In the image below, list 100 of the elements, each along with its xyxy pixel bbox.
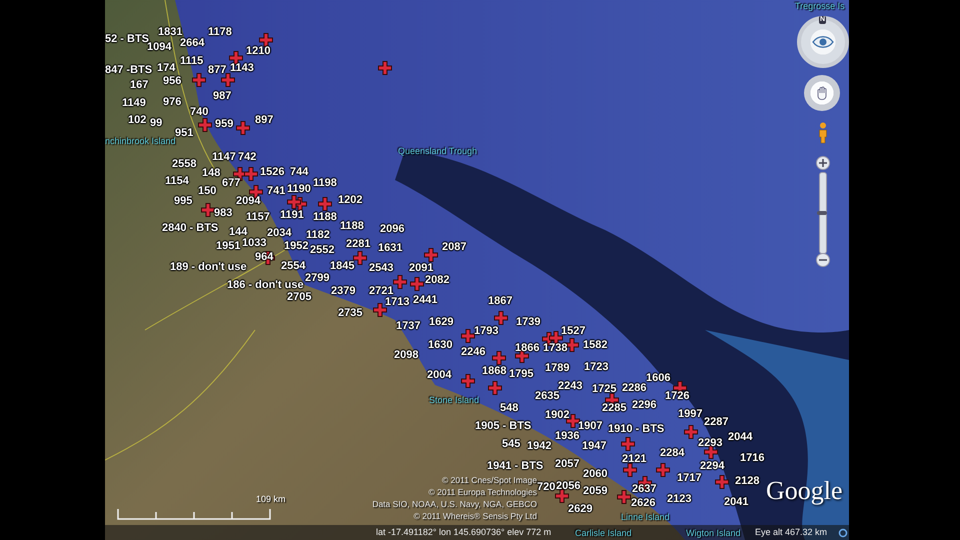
placemark-label[interactable]: 2284: [660, 446, 684, 460]
placemark-label[interactable]: 1717: [677, 471, 702, 485]
placemark-label[interactable]: 951: [175, 126, 194, 140]
placemark-label[interactable]: 2082: [425, 273, 450, 287]
cross-marker-icon[interactable]: [244, 167, 258, 181]
placemark-label[interactable]: 2558: [172, 157, 196, 171]
cross-marker-icon[interactable]: [221, 73, 235, 87]
cross-marker-icon[interactable]: [373, 303, 387, 317]
placemark-label[interactable]: 1936: [555, 429, 580, 443]
placemark-label[interactable]: 1582: [583, 338, 608, 352]
placemark-label[interactable]: 2705: [287, 290, 312, 304]
placemark-label[interactable]: 2293: [698, 436, 722, 450]
cross-marker-icon[interactable]: [236, 121, 250, 135]
placemark-label[interactable]: 2286: [622, 381, 646, 395]
placemark-label[interactable]: 1630: [428, 338, 452, 352]
placemark-label[interactable]: 2294: [700, 459, 724, 473]
placemark-label[interactable]: 144: [229, 225, 248, 239]
placemark-label[interactable]: 1713: [385, 295, 410, 309]
placemark-label[interactable]: 2094: [236, 194, 260, 208]
person-icon[interactable]: [818, 122, 828, 144]
placemark-label[interactable]: 1726: [665, 389, 690, 403]
placemark-label[interactable]: 1182: [306, 228, 330, 242]
placemark-label[interactable]: 847 -BTS: [105, 63, 152, 77]
placemark-label[interactable]: 744: [290, 165, 308, 179]
cross-marker-icon[interactable]: [656, 463, 670, 477]
placemark-label[interactable]: 964: [255, 250, 274, 264]
placemark-label[interactable]: 1868: [482, 364, 506, 378]
cross-marker-icon[interactable]: [393, 275, 407, 289]
cross-marker-icon[interactable]: [488, 381, 502, 395]
placemark-label[interactable]: 2287: [704, 415, 728, 429]
placemark-label[interactable]: 1941 - BTS: [487, 459, 544, 473]
placemark-label[interactable]: 720: [537, 480, 556, 494]
placemark-label[interactable]: 1606: [646, 371, 670, 385]
placemark-label[interactable]: 2554: [281, 259, 306, 273]
placemark-label[interactable]: 2056: [556, 479, 580, 493]
placemark-label[interactable]: 2379: [331, 284, 356, 298]
placemark-label[interactable]: 1190: [287, 182, 311, 196]
placemark-label[interactable]: 2637: [632, 482, 656, 496]
placemark-label[interactable]: 677: [222, 176, 240, 190]
placemark-label[interactable]: 1845: [330, 259, 354, 273]
placemark-label[interactable]: 2285: [602, 401, 626, 415]
placemark-label[interactable]: 1793: [474, 324, 498, 338]
placemark-label[interactable]: 2635: [535, 389, 560, 403]
placemark-label[interactable]: 1951: [216, 239, 240, 253]
placemark-label[interactable]: 2735: [338, 306, 362, 320]
placemark-label[interactable]: 742: [238, 150, 256, 164]
placemark-label[interactable]: 2626: [631, 496, 656, 510]
placemark-label[interactable]: 2041: [724, 495, 748, 509]
cross-marker-icon[interactable]: [287, 195, 301, 209]
cross-marker-icon[interactable]: [192, 73, 206, 87]
placemark-label[interactable]: 1188: [313, 210, 337, 224]
cross-marker-icon[interactable]: [555, 489, 569, 503]
placemark-label[interactable]: 1202: [338, 193, 362, 207]
placemark-label[interactable]: 2840 - BTS: [162, 221, 218, 235]
cross-marker-icon[interactable]: [684, 425, 698, 439]
placemark-label[interactable]: 1723: [584, 360, 608, 374]
placemark-label[interactable]: 1149: [122, 96, 146, 110]
placemark-label[interactable]: 1629: [429, 315, 454, 329]
cross-marker-icon[interactable]: [318, 197, 332, 211]
placemark-label[interactable]: 1143: [230, 61, 254, 75]
placemark-label[interactable]: 1716: [740, 451, 764, 465]
cross-marker-icon[interactable]: [617, 490, 631, 504]
placemark-label[interactable]: 2799: [305, 271, 330, 285]
placemark-label[interactable]: 2091: [409, 261, 434, 275]
placemark-label[interactable]: 2087: [442, 240, 466, 254]
placemark-label[interactable]: 2123: [667, 492, 692, 506]
placemark-label[interactable]: 2243: [558, 379, 582, 393]
placemark-label[interactable]: 1910 - BTS: [608, 422, 664, 436]
placemark-label[interactable]: 1739: [516, 315, 540, 329]
placemark-label[interactable]: 150: [198, 184, 216, 198]
placemark-label[interactable]: 740: [190, 105, 208, 119]
placemark-label[interactable]: 102: [128, 113, 146, 127]
placemark-label[interactable]: 1902: [545, 408, 570, 422]
placemark-label[interactable]: 1115: [180, 54, 204, 68]
placemark-label[interactable]: 2441: [413, 293, 438, 307]
placemark-label[interactable]: 1789: [545, 361, 570, 375]
placemark-label[interactable]: 1952: [284, 239, 308, 253]
placemark-label[interactable]: 2044: [728, 430, 752, 444]
placemark-label[interactable]: 1905 - BTS: [475, 419, 532, 433]
placemark-label[interactable]: 2121: [622, 452, 646, 466]
placemark-label[interactable]: 1191: [280, 208, 304, 222]
cross-marker-icon[interactable]: [410, 277, 424, 291]
placemark-label[interactable]: 987: [213, 89, 232, 103]
placemark-label[interactable]: 1178: [208, 25, 232, 39]
zoom-slider[interactable]: [819, 172, 827, 254]
placemark-label[interactable]: 995: [174, 194, 192, 208]
placemark-label[interactable]: 186 - don't use: [227, 278, 304, 292]
placemark-label[interactable]: 983: [214, 206, 232, 220]
plus-icon[interactable]: [819, 159, 827, 167]
cross-marker-icon[interactable]: [259, 33, 273, 47]
placemark-label[interactable]: 2552: [310, 243, 334, 257]
cross-marker-icon[interactable]: [621, 437, 635, 451]
placemark-label[interactable]: 1526: [260, 165, 284, 179]
placemark-label[interactable]: 956: [163, 74, 182, 88]
placemark-label[interactable]: 1147: [212, 150, 236, 164]
eye-icon[interactable]: [812, 34, 834, 50]
cross-marker-icon[interactable]: [424, 248, 438, 262]
placemark-label[interactable]: 1907: [578, 419, 602, 433]
placemark-label[interactable]: 1866: [515, 341, 540, 355]
placemark-label[interactable]: 1867: [488, 294, 512, 308]
